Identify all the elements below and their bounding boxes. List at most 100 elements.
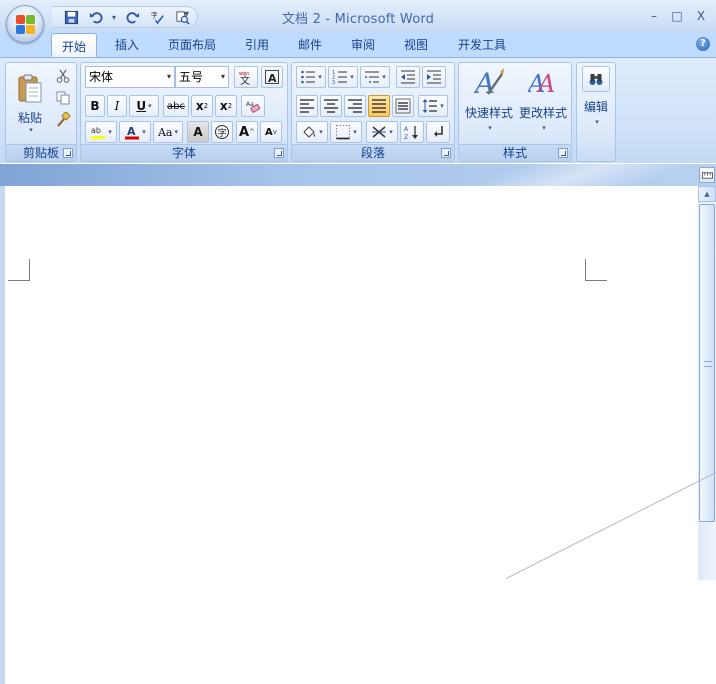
- change-styles-icon: A A: [528, 70, 555, 98]
- tab-insert[interactable]: 插入: [106, 32, 148, 58]
- tab-review[interactable]: 审阅: [342, 32, 384, 58]
- paragraph-launcher-icon[interactable]: [441, 148, 451, 158]
- line-spacing-dropdown-icon: ▾: [440, 102, 444, 110]
- highlight-color-button[interactable]: ab ▾: [85, 121, 117, 143]
- clear-formatting-button[interactable]: Aa: [241, 95, 265, 117]
- multilevel-list-icon: [365, 71, 380, 83]
- increase-indent-button[interactable]: [422, 66, 446, 88]
- align-right-button[interactable]: [344, 95, 366, 117]
- increase-indent-icon: [427, 70, 441, 84]
- maximize-button[interactable]: □: [668, 8, 686, 24]
- tab-developer[interactable]: 开发工具: [450, 32, 514, 58]
- char-border-top-button[interactable]: A: [261, 66, 283, 88]
- paste-button[interactable]: 粘贴 ▾: [10, 66, 50, 140]
- shading-button[interactable]: ▾: [296, 121, 328, 143]
- underline-dropdown-icon: ▾: [148, 102, 152, 110]
- quick-styles-icon: A: [474, 67, 504, 98]
- enclose-chars-button[interactable]: 字: [211, 121, 233, 143]
- sort-icon: AZ: [404, 126, 418, 140]
- sort-button[interactable]: AZ: [400, 121, 424, 143]
- help-button[interactable]: ?: [696, 37, 710, 51]
- change-case-dropdown-icon: ▾: [174, 128, 179, 136]
- change-styles-button[interactable]: A A 更改样式 ▾: [516, 65, 570, 139]
- tab-mailings[interactable]: 邮件: [289, 32, 331, 58]
- vertical-scrollbar[interactable]: ▲: [698, 186, 716, 580]
- bullets-button[interactable]: ▾: [296, 66, 326, 88]
- borders-button[interactable]: ▾: [330, 121, 362, 143]
- quick-styles-dropdown-icon: ▾: [488, 124, 492, 132]
- editing-button[interactable]: 编辑 ▾: [578, 65, 614, 135]
- thumb-grip-icon: [704, 361, 712, 367]
- crop-mark-top-right: [585, 259, 607, 281]
- svg-text:A: A: [127, 125, 136, 138]
- binoculars-icon: [589, 74, 603, 85]
- distributed-button[interactable]: [392, 95, 414, 117]
- superscript-button[interactable]: x2: [215, 95, 237, 117]
- numbered-list-icon: 123: [332, 70, 348, 85]
- quick-styles-button[interactable]: A 快速样式 ▾: [462, 65, 516, 139]
- font-name-combo[interactable]: 宋体 ▾: [85, 66, 175, 88]
- view-ruler-button[interactable]: [699, 167, 715, 183]
- superscript-label: x: [219, 99, 228, 113]
- ribbon-tabs: 开始 插入 页面布局 引用 邮件 审阅 视图 开发工具 ?: [0, 32, 716, 59]
- multilevel-list-button[interactable]: ▾: [360, 66, 390, 88]
- close-button[interactable]: X: [692, 8, 710, 24]
- tab-view[interactable]: 视图: [395, 32, 437, 58]
- phonetic-guide-button[interactable]: wén 文: [234, 66, 258, 88]
- office-button[interactable]: [6, 5, 44, 43]
- decrease-indent-button[interactable]: [396, 66, 420, 88]
- align-center-button[interactable]: [320, 95, 342, 117]
- copy-button[interactable]: [52, 88, 74, 108]
- subscript-button[interactable]: x2: [191, 95, 213, 117]
- change-styles-dropdown-icon: ▾: [542, 124, 546, 132]
- strikethrough-button[interactable]: abc: [163, 95, 189, 117]
- change-case-label: Aa: [157, 125, 173, 139]
- numbering-button[interactable]: 123 ▾: [328, 66, 358, 88]
- line-spacing-button[interactable]: ▾: [418, 95, 448, 117]
- highlight-dropdown-icon: ▾: [108, 128, 112, 136]
- char-shading-label: A: [193, 125, 203, 139]
- distributed-icon: [395, 98, 411, 114]
- align-left-button[interactable]: [296, 95, 318, 117]
- ruler-icon: [701, 171, 713, 179]
- font-name-value: 宋体: [89, 70, 114, 84]
- underline-button[interactable]: U ▾: [129, 95, 159, 117]
- font-launcher-icon[interactable]: [274, 148, 284, 158]
- minimize-button[interactable]: –: [645, 8, 663, 24]
- ruler-strip-highlight: [360, 164, 716, 186]
- clipboard-launcher-icon[interactable]: [63, 148, 73, 158]
- show-marks-button[interactable]: [426, 121, 450, 143]
- font-color-button[interactable]: A ▾: [119, 121, 151, 143]
- multilevel-dropdown-icon: ▾: [382, 73, 386, 81]
- font-size-combo[interactable]: 五号 ▾: [175, 66, 229, 88]
- font-name-dropdown-icon[interactable]: ▾: [167, 67, 171, 87]
- eraser-icon: Aa: [246, 101, 261, 113]
- align-center-icon: [324, 99, 338, 113]
- bold-button[interactable]: B: [85, 95, 105, 117]
- cut-button[interactable]: [52, 66, 74, 86]
- change-case-button[interactable]: Aa ▾: [153, 121, 183, 143]
- italic-button[interactable]: I: [107, 95, 127, 117]
- styles-group: A 快速样式 ▾ A A 更改样式 ▾ 样式: [458, 62, 572, 162]
- paint-bucket-icon: [303, 126, 316, 138]
- tab-page-layout[interactable]: 页面布局: [160, 32, 224, 58]
- styles-launcher-icon[interactable]: [558, 148, 568, 158]
- title-bar: ▾ 字 ▾ 文档 2 - Microsoft Word – □ X: [0, 0, 716, 32]
- font-size-dropdown-icon[interactable]: ▾: [221, 67, 225, 87]
- clipboard-group: 粘贴 ▾ 剪贴板: [5, 62, 77, 162]
- chinese-layout-button[interactable]: ▾: [366, 121, 398, 143]
- format-painter-button[interactable]: [52, 110, 74, 130]
- shrink-font-button[interactable]: Av: [260, 121, 282, 143]
- tab-home[interactable]: 开始: [51, 33, 97, 59]
- grow-font-button[interactable]: A ^: [236, 121, 258, 143]
- scroll-up-icon[interactable]: ▲: [698, 186, 716, 202]
- align-right-icon: [348, 99, 362, 113]
- page-fold-area: [510, 580, 716, 684]
- bold-label: B: [90, 99, 100, 113]
- paragraph-mark-icon: [434, 126, 443, 137]
- bullet-list-icon: [301, 70, 316, 84]
- char-shading-button[interactable]: A: [187, 121, 209, 143]
- justify-button[interactable]: [368, 95, 390, 117]
- tab-references[interactable]: 引用: [236, 32, 278, 58]
- copy-icon: [56, 91, 70, 105]
